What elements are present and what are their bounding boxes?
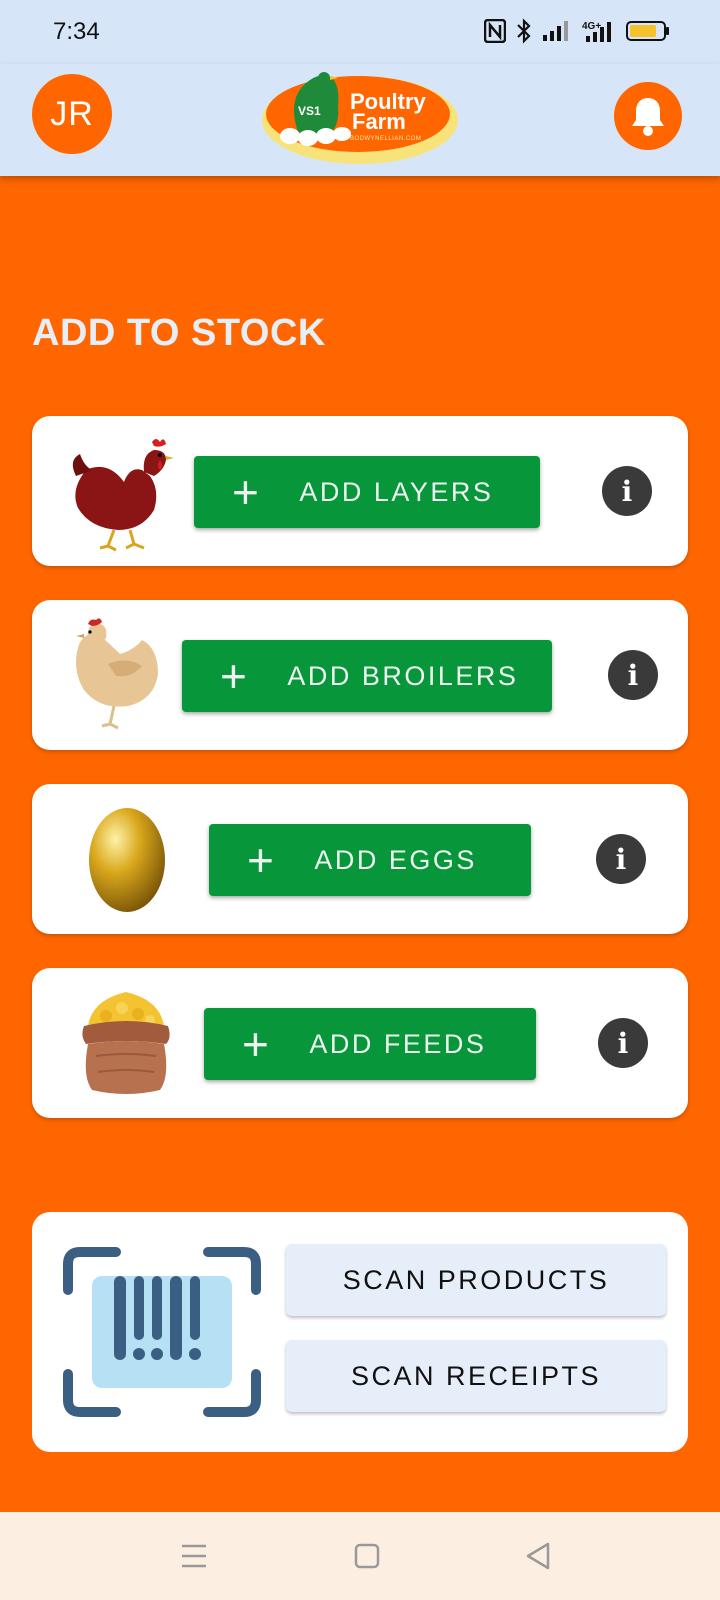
- add-broilers-label: ADD BROILERS: [287, 660, 519, 691]
- info-icon[interactable]: i: [602, 466, 652, 516]
- broiler-hen-icon: [76, 618, 158, 730]
- add-eggs-button[interactable]: + ADD EGGS: [209, 824, 531, 896]
- barcode-scan-icon: [63, 1247, 261, 1417]
- add-broilers-button[interactable]: + ADD BROILERS: [182, 640, 552, 712]
- add-layers-label: ADD LAYERS: [299, 476, 494, 507]
- layer-hen-icon: [72, 439, 174, 552]
- system-nav-bar: [0, 1512, 720, 1600]
- status-bar: 7:34 4G+: [0, 0, 720, 64]
- signal-icon: [543, 21, 568, 41]
- app-header: JR VS1 Poultry Farm BODWYNELLIAN.COM: [0, 64, 720, 176]
- avatar[interactable]: JR: [32, 74, 112, 154]
- logo-title: Poultry Farm: [350, 91, 426, 134]
- menu-icon[interactable]: [180, 1542, 208, 1570]
- bluetooth-icon: [517, 18, 531, 44]
- logo-subtitle: BODWYNELLIAN.COM: [350, 136, 422, 142]
- logo-title-line2: Farm: [352, 109, 406, 134]
- plus-icon: +: [247, 834, 277, 886]
- nfc-icon: [484, 19, 506, 43]
- 4g-signal-icon: 4G+: [582, 21, 611, 42]
- bell-icon: [632, 98, 664, 136]
- scan-products-button[interactable]: SCAN PRODUCTS: [286, 1244, 666, 1316]
- home-square-icon[interactable]: [353, 1542, 381, 1570]
- stock-card-eggs: + ADD EGGS i: [32, 784, 688, 934]
- scan-card: SCAN PRODUCTS SCAN RECEIPTS: [32, 1212, 688, 1452]
- add-eggs-label: ADD EGGS: [314, 844, 477, 875]
- back-triangle-icon[interactable]: [524, 1541, 552, 1571]
- logo-badge: VS1: [298, 104, 321, 118]
- add-feeds-label: ADD FEEDS: [309, 1028, 487, 1059]
- status-icons: 4G+: [484, 18, 670, 44]
- stock-card-broilers: + ADD BROILERS i: [32, 600, 688, 750]
- info-icon[interactable]: i: [608, 650, 658, 700]
- stock-card-feeds: + ADD FEEDS i: [32, 968, 688, 1118]
- add-feeds-button[interactable]: + ADD FEEDS: [204, 1008, 536, 1080]
- svg-text:4G+: 4G+: [582, 21, 601, 32]
- page-title: ADD TO STOCK: [32, 312, 326, 354]
- plus-icon: +: [242, 1018, 272, 1070]
- golden-egg-icon: [89, 808, 165, 912]
- plus-icon: +: [220, 650, 250, 702]
- status-time: 7:34: [53, 18, 100, 45]
- app-logo: VS1 Poultry Farm BODWYNELLIAN.COM: [258, 66, 462, 170]
- notifications-button[interactable]: [614, 82, 682, 150]
- battery-icon: [626, 21, 669, 41]
- info-icon[interactable]: i: [596, 834, 646, 884]
- info-icon[interactable]: i: [598, 1018, 648, 1068]
- plus-icon: +: [232, 466, 262, 518]
- add-layers-button[interactable]: + ADD LAYERS: [194, 456, 540, 528]
- scan-receipts-button[interactable]: SCAN RECEIPTS: [286, 1340, 666, 1412]
- stock-card-layers: + ADD LAYERS i: [32, 416, 688, 566]
- avatar-initials: JR: [50, 94, 94, 133]
- feed-sack-icon: [82, 992, 170, 1094]
